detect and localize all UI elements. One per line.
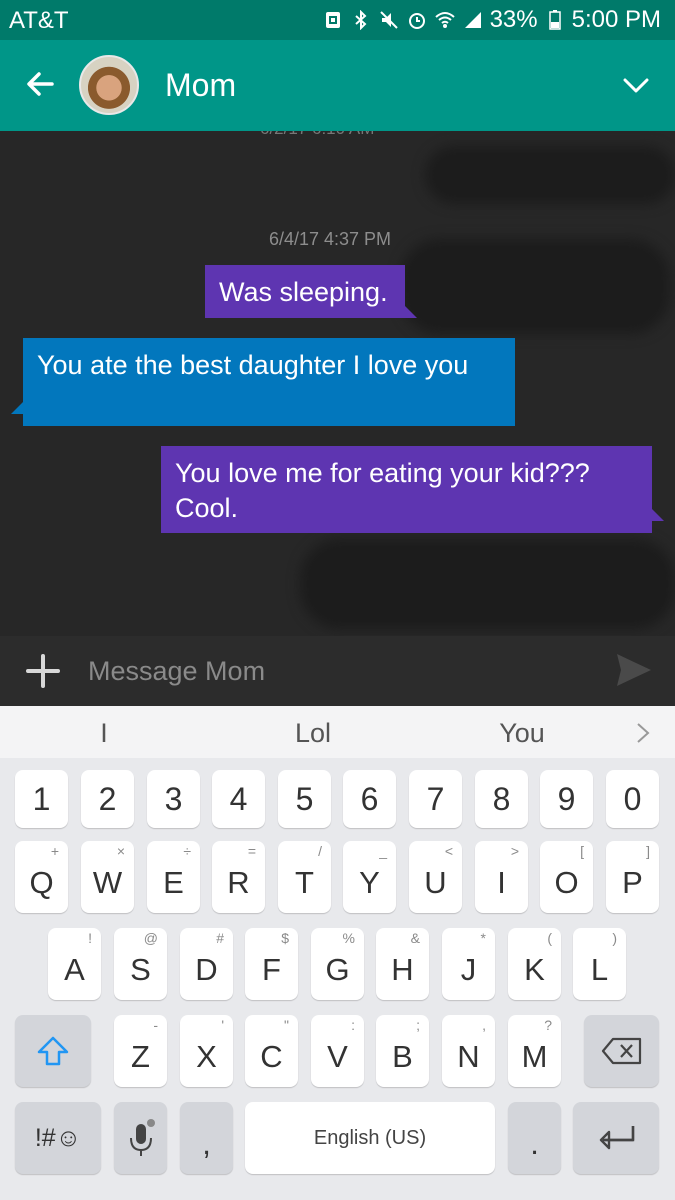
key-r[interactable]: = R xyxy=(212,841,265,913)
message-text: Was sleeping. xyxy=(219,277,388,307)
backspace-key[interactable] xyxy=(584,1015,659,1087)
shift-key[interactable] xyxy=(15,1015,91,1087)
key-j[interactable]: * J xyxy=(442,928,495,1000)
key-c[interactable]: " C xyxy=(245,1015,298,1087)
voice-input-key[interactable] xyxy=(114,1102,167,1174)
bluetooth-icon xyxy=(350,9,372,31)
key-2[interactable]: 2 xyxy=(81,770,134,828)
bubble-tail xyxy=(11,402,23,414)
battery-percent: 33% xyxy=(489,6,538,33)
message-text: You ate the best daughter I love you xyxy=(37,350,469,380)
message-bubble-outgoing[interactable]: You love me for eating your kid??? Cool. xyxy=(161,446,652,533)
key-m[interactable]: ? M xyxy=(508,1015,561,1087)
key-w[interactable]: × W xyxy=(81,841,134,913)
suggestion-item[interactable]: Lol xyxy=(253,718,373,749)
clock: 5:00 PM xyxy=(571,6,661,33)
suggestion-bar: I Lol You xyxy=(0,706,675,758)
contact-avatar[interactable] xyxy=(79,55,139,115)
key-o[interactable]: [O xyxy=(540,841,593,913)
key-e[interactable]: ÷ E xyxy=(147,841,200,913)
comma-key[interactable]: , xyxy=(180,1102,233,1174)
key-f[interactable]: $ F xyxy=(245,928,298,1000)
key-8[interactable]: 8 xyxy=(475,770,528,828)
arrow-left-icon[interactable] xyxy=(22,66,58,102)
period-key[interactable]: . xyxy=(508,1102,561,1174)
suggestion-item[interactable]: I xyxy=(44,718,164,749)
battery-saver-icon xyxy=(322,9,344,31)
message-text: You love me for eating your kid??? Cool. xyxy=(175,458,590,523)
shift-arrow-icon xyxy=(37,1036,69,1066)
wifi-icon xyxy=(434,9,456,31)
app-bar: Mom xyxy=(0,40,675,131)
message-bubble-incoming[interactable]: You ate the best daughter I love you xyxy=(23,338,515,426)
key-p[interactable]: ] P xyxy=(606,841,659,913)
redaction-mark xyxy=(400,239,670,334)
message-bubble-outgoing[interactable]: Was sleeping. xyxy=(205,265,405,318)
redaction-mark xyxy=(425,146,675,204)
compose-bar xyxy=(0,636,675,706)
key-3[interactable]: 3 xyxy=(147,770,200,828)
conversation-list[interactable]: 6/2/17 6:10 AM 6/4/17 4:37 PM Was sleepi… xyxy=(0,131,675,636)
key-0[interactable]: 0 xyxy=(606,770,659,828)
key-x[interactable]: ' X xyxy=(180,1015,233,1087)
status-icons: 33% 5:00 PM xyxy=(322,6,661,34)
signal-icon xyxy=(462,9,484,31)
key-h[interactable]: & H xyxy=(376,928,429,1000)
bubble-tail xyxy=(405,306,417,318)
enter-key[interactable] xyxy=(573,1102,659,1174)
key-l[interactable]: ) L xyxy=(573,928,626,1000)
send-icon[interactable] xyxy=(615,652,653,688)
alarm-icon xyxy=(406,9,428,31)
spacebar[interactable]: English (US) xyxy=(245,1102,495,1174)
carrier-label: AT&T xyxy=(9,7,69,34)
spacebar-label: English (US) xyxy=(313,1126,427,1149)
chevron-right-icon[interactable] xyxy=(635,722,651,744)
key-u[interactable]: < U xyxy=(409,841,462,913)
backspace-icon xyxy=(601,1037,641,1065)
suggestion-item[interactable]: You xyxy=(462,718,582,749)
key-4[interactable]: 4 xyxy=(212,770,265,828)
timestamp-previous: 6/2/17 6:10 AM xyxy=(260,131,374,139)
key-n[interactable]: ,N xyxy=(442,1015,495,1087)
symbols-label: !#☺ xyxy=(34,1123,82,1152)
contact-name[interactable]: Mom xyxy=(165,67,236,104)
key-k[interactable]: (K xyxy=(508,928,561,1000)
status-bar: AT&T 33% 5:00 PM xyxy=(0,0,675,40)
key-z[interactable]: -Z xyxy=(114,1015,167,1087)
plus-icon[interactable] xyxy=(26,654,60,688)
microphone-icon xyxy=(129,1119,155,1156)
key-6[interactable]: 6 xyxy=(343,770,396,828)
key-v[interactable]: :V xyxy=(311,1015,364,1087)
key-b[interactable]: ; B xyxy=(376,1015,429,1087)
timestamp-label: 6/4/17 4:37 PM xyxy=(268,229,392,249)
message-input[interactable] xyxy=(88,650,588,692)
key-d[interactable]: # D xyxy=(180,928,233,1000)
key-1[interactable]: 1 xyxy=(15,770,68,828)
mute-icon xyxy=(378,9,400,31)
key-q[interactable]: + Q xyxy=(15,841,68,913)
key-g[interactable]: % G xyxy=(311,928,364,1000)
battery-icon xyxy=(544,9,566,31)
bubble-tail xyxy=(652,509,664,521)
keyboard: I Lol You 1 2 3 4 5 6 7 8 9 0 + Q × W ÷ E =… xyxy=(0,706,675,1200)
key-t[interactable]: / T xyxy=(278,841,331,913)
key-s[interactable]: @ S xyxy=(114,928,167,1000)
redaction-mark xyxy=(300,539,675,629)
key-5[interactable]: 5 xyxy=(278,770,331,828)
chevron-down-icon[interactable] xyxy=(621,70,651,100)
key-9[interactable]: 9 xyxy=(540,770,593,828)
enter-icon xyxy=(599,1126,635,1150)
key-7[interactable]: 7 xyxy=(409,770,462,828)
key-i[interactable]: > I xyxy=(475,841,528,913)
key-y[interactable]: _ Y xyxy=(343,841,396,913)
key-a[interactable]: ! A xyxy=(48,928,101,1000)
symbols-key[interactable]: !#☺ xyxy=(15,1102,101,1174)
